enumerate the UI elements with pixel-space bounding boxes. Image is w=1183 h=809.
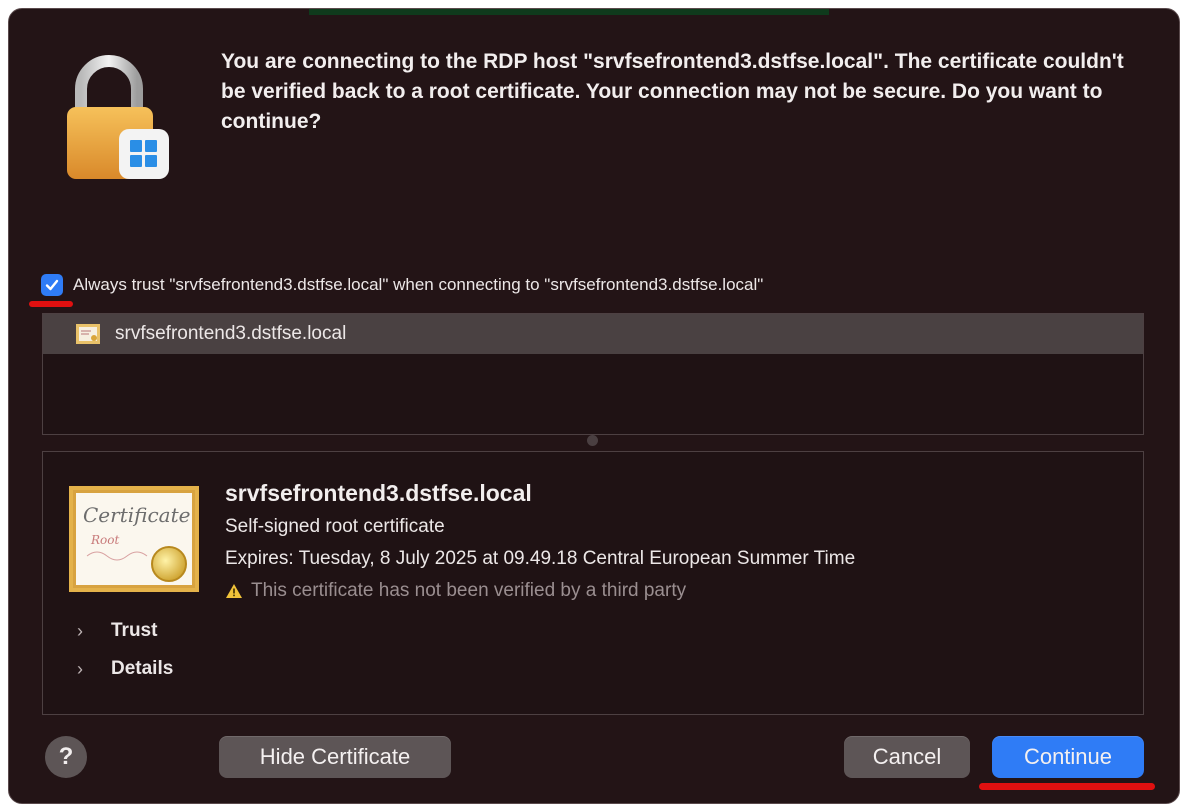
trust-disclosure-label: Trust <box>111 620 158 641</box>
svg-text:Certificate: Certificate <box>83 503 190 527</box>
cancel-button[interactable]: Cancel <box>844 736 970 778</box>
warning-icon <box>226 584 242 598</box>
details-disclosure[interactable]: › Details <box>77 658 173 680</box>
always-trust-row[interactable]: Always trust "srvfsefrontend3.dstfse.loc… <box>41 273 763 297</box>
splitter-handle[interactable] <box>587 435 598 446</box>
window-top-strip <box>309 9 829 15</box>
certificate-type: Self-signed root certificate <box>225 516 445 537</box>
certificate-icon <box>76 324 100 344</box>
certificate-list-item-label: srvfsefrontend3.dstfse.local <box>115 323 347 344</box>
hide-certificate-button[interactable]: Hide Certificate <box>219 736 451 778</box>
certificate-name: srvfsefrontend3.dstfse.local <box>225 480 532 506</box>
certificate-icon: Certificate Root <box>69 486 199 592</box>
checkmark-icon <box>45 279 59 291</box>
chevron-right-icon: › <box>77 658 83 679</box>
chevron-right-icon: › <box>77 620 83 641</box>
continue-button[interactable]: Continue <box>992 736 1144 778</box>
certificate-dialog: You are connecting to the RDP host "srvf… <box>8 8 1180 804</box>
certificate-warning-text: This certificate has not been verified b… <box>251 580 687 601</box>
certificate-list-item[interactable]: srvfsefrontend3.dstfse.local <box>43 314 1143 354</box>
svg-text:Root: Root <box>90 533 119 547</box>
trust-disclosure[interactable]: › Trust <box>77 620 157 642</box>
always-trust-checkbox[interactable] <box>41 274 63 296</box>
certificate-warning: This certificate has not been verified b… <box>225 580 686 602</box>
certificate-list: srvfsefrontend3.dstfse.local <box>42 313 1144 435</box>
dialog-message: You are connecting to the RDP host "srvf… <box>221 50 1124 133</box>
lock-icon <box>67 55 169 179</box>
details-disclosure-label: Details <box>111 658 174 679</box>
help-button[interactable]: ? <box>45 736 87 778</box>
annotation-underline-checkbox <box>29 301 73 307</box>
always-trust-label[interactable]: Always trust "srvfsefrontend3.dstfse.loc… <box>73 275 763 295</box>
annotation-underline-continue <box>979 783 1155 790</box>
certificate-details-panel: Certificate Root srvfsefrontend3.dstfse.… <box>42 451 1144 715</box>
certificate-expiry: Expires: Tuesday, 8 July 2025 at 09.49.1… <box>225 548 856 569</box>
